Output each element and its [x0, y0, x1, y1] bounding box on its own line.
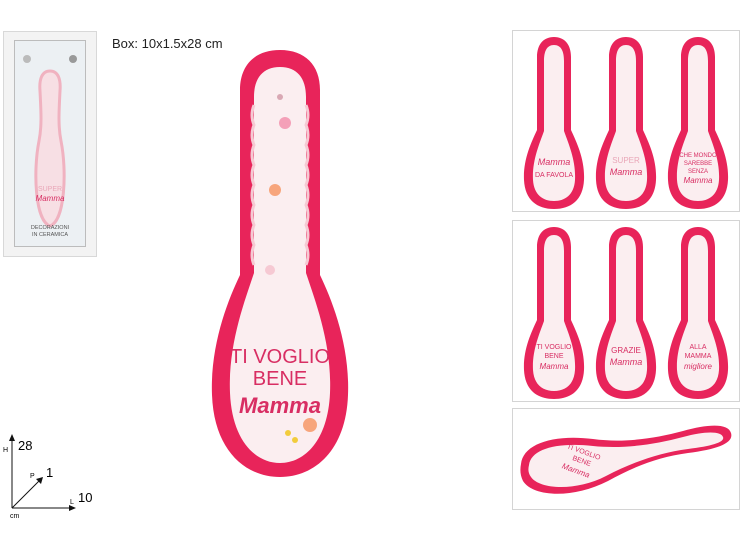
variant-6-line1: ALLA [689, 344, 706, 351]
main-spoon-text-line2: BENE [253, 368, 307, 390]
side-view-illustration: TI VOGLIO BENE Mamma [520, 425, 732, 494]
package-front: SUPER Mamma DECORAZIONI IN CERAMICA [14, 40, 86, 247]
main-spoon-text-line3: Mamma [239, 393, 321, 418]
side-view-panel: TI VOGLIO BENE Mamma [512, 408, 740, 510]
variant-4-line1: TI VOGLIO [536, 344, 572, 351]
depth-axis-label: P [30, 473, 35, 480]
variant-5-line1: GRAZIE [611, 346, 641, 355]
unit-label: cm [10, 513, 20, 520]
variant-4-line2: BENE [544, 353, 563, 360]
variant-6-line2: MAMMA [685, 353, 712, 360]
variant-1-line1: Mamma [538, 157, 571, 167]
variant-3-line2: SAREBBE [684, 161, 712, 167]
package-thumbnail: SUPER Mamma DECORAZIONI IN CERAMICA [3, 31, 97, 257]
variant-2-line1: SUPER [612, 156, 640, 165]
variant-3-line4: Mamma [684, 176, 713, 185]
variant-5-line2: Mamma [610, 357, 643, 367]
package-front-text-1: SUPER [38, 186, 62, 193]
length-axis-label: L [70, 499, 74, 506]
variant-6-line3: migliore [684, 362, 713, 371]
height-value: 28 [18, 438, 32, 453]
package-front-text-2: Mamma [36, 194, 65, 203]
variants-panel-1: Mamma DA FAVOLA SUPER Mamma CHE MONDO SA… [512, 30, 740, 212]
variant-3-line3: SENZA [688, 169, 708, 175]
variant-4-line3: Mamma [540, 362, 569, 371]
package-spoon-illustration: SUPER Mamma [23, 55, 77, 228]
height-axis-label: H [3, 447, 8, 454]
length-value: 10 [78, 490, 92, 505]
variants-panel-2: TI VOGLIO BENE Mamma GRAZIE Mamma ALLA M… [512, 220, 740, 402]
variants-row-1-illustration: Mamma DA FAVOLA SUPER Mamma CHE MONDO SA… [523, 37, 729, 209]
depth-value: 1 [46, 465, 53, 480]
variant-3-line1: CHE MONDO [679, 153, 717, 159]
main-spoon-rest: TI VOGLIO BENE Mamma [211, 50, 349, 477]
variant-1-line2: DA FAVOLA [535, 172, 573, 179]
package-text-line1: DECORAZIONI [30, 225, 70, 231]
variants-row-2-illustration: TI VOGLIO BENE Mamma GRAZIE Mamma ALLA M… [523, 227, 729, 399]
package-text-line2: IN CERAMICA [31, 232, 69, 238]
variant-2-line2: Mamma [610, 167, 643, 177]
main-spoon-text-line1: TI VOGLIO [230, 346, 330, 368]
dimension-axes: H 28 P 1 L 10 cm [3, 434, 92, 520]
